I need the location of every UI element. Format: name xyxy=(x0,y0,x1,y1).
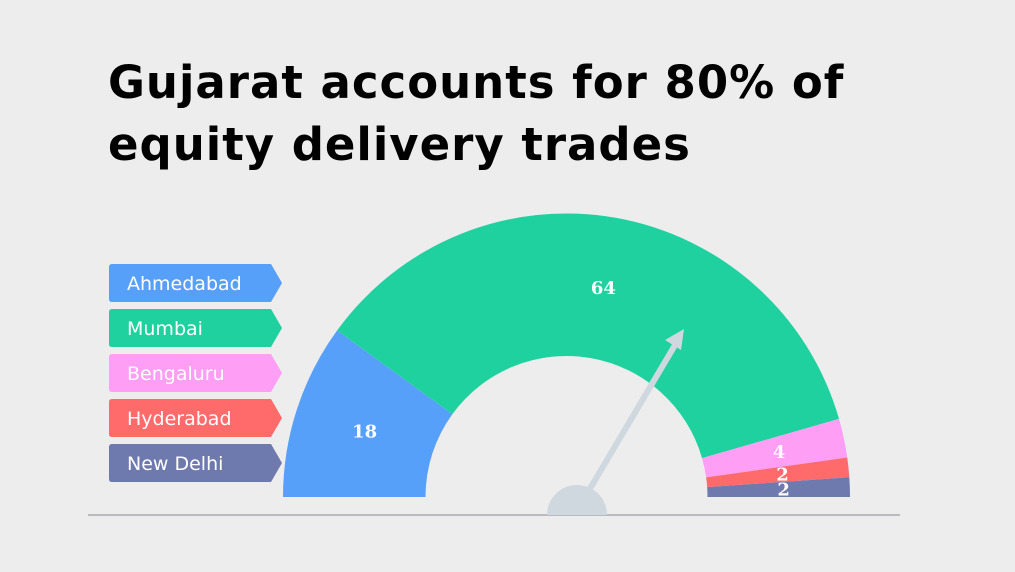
needle-hub xyxy=(547,485,607,515)
legend-item: New Delhi xyxy=(109,444,282,482)
legend-label: Bengaluru xyxy=(127,363,225,385)
legend-item: Hyderabad xyxy=(109,399,282,437)
data-label: 4 xyxy=(773,442,786,463)
legend-label: Hyderabad xyxy=(127,408,232,430)
legend-label: New Delhi xyxy=(127,453,223,475)
gauge-chart: 1864422AhmedabadMumbaiBengaluruHyderabad… xyxy=(88,213,900,516)
legend-label: Mumbai xyxy=(127,318,203,340)
legend-item: Ahmedabad xyxy=(109,264,282,302)
legend-item: Mumbai xyxy=(109,309,282,347)
data-label: 18 xyxy=(352,421,377,442)
data-label: 2 xyxy=(777,479,790,500)
legend-item: Bengaluru xyxy=(109,354,282,392)
data-label: 64 xyxy=(591,278,616,299)
legend-label: Ahmedabad xyxy=(127,273,242,295)
